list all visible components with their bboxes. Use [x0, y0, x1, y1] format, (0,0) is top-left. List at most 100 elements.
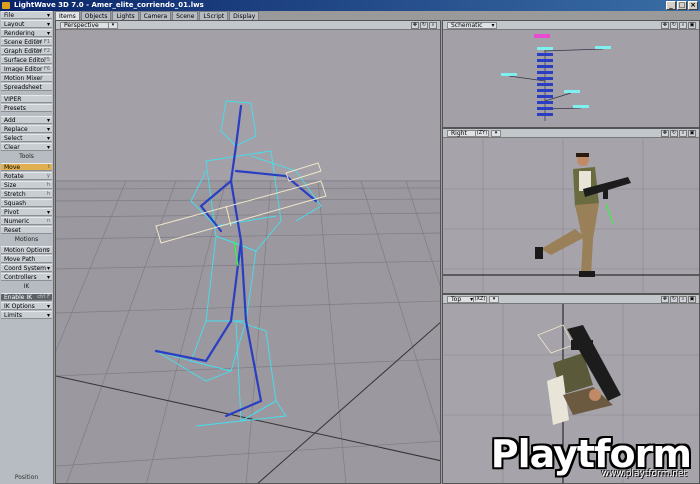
stretch-tool-button[interactable]: Stretch h: [1, 190, 52, 198]
graph-editor-button[interactable]: Graph Editor Ctrl F2: [1, 47, 52, 55]
viewport-controls: ✥ ↻ ⌕ ▣: [661, 130, 696, 137]
limits-menu[interactable]: Limits: [1, 311, 52, 319]
numeric-button[interactable]: Numeric n: [1, 217, 52, 225]
presets-button[interactable]: Presets: [1, 104, 52, 112]
limits-label: Limits: [4, 312, 22, 319]
render-mode-select[interactable]: ▾: [491, 130, 501, 137]
select-menu[interactable]: Select: [1, 134, 52, 142]
move-view-icon[interactable]: ✥: [661, 22, 669, 29]
maximize-button[interactable]: □: [677, 1, 687, 10]
rotate-view-icon[interactable]: ↻: [670, 130, 678, 137]
tab-camera[interactable]: Camera: [139, 11, 172, 20]
controllers-menu[interactable]: Controllers: [1, 273, 52, 281]
squash-tool-label: Squash: [4, 200, 27, 207]
motion-mixer-button[interactable]: Motion Mixer: [1, 74, 52, 82]
viewport-controls: ✥ ↻ ⌕ ▣: [661, 296, 696, 303]
numeric-label: Numeric: [4, 218, 30, 225]
spreadsheet-label: Spreadsheet: [4, 84, 42, 91]
window-controls: _ □ ×: [666, 1, 698, 10]
enable-ik-label: Enable IK: [4, 294, 33, 301]
rendering-menu[interactable]: Rendering: [1, 29, 52, 37]
right-viewport[interactable]: Right (ZY) ▾ ✥ ↻ ⌕ ▣: [442, 128, 700, 294]
zoom-view-icon[interactable]: ⌕: [679, 22, 687, 29]
motions-header: Motions: [14, 236, 39, 243]
move-view-icon[interactable]: ✥: [661, 130, 669, 137]
position-label: Position: [14, 474, 39, 481]
replace-menu[interactable]: Replace: [1, 125, 52, 133]
rotate-view-icon[interactable]: ↻: [670, 296, 678, 303]
pivot-menu-label: Pivot: [4, 209, 19, 216]
maximize-view-icon[interactable]: ▣: [688, 130, 696, 137]
rotate-tool-label: Rotate: [4, 173, 24, 180]
rotate-view-icon[interactable]: ↻: [670, 22, 678, 29]
maximize-view-icon[interactable]: ▣: [688, 296, 696, 303]
surface-editor-label: Surface Editor: [4, 57, 47, 64]
move-path-button[interactable]: Move Path: [1, 255, 52, 263]
tools-header: Tools: [19, 153, 34, 160]
view-type-select[interactable]: Perspective: [60, 22, 114, 29]
motion-options-button[interactable]: Motion Options m: [1, 246, 52, 254]
motion-mixer-label: Motion Mixer: [4, 75, 43, 82]
tab-lights[interactable]: Lights: [112, 11, 139, 20]
schematic-view-select[interactable]: Schematic: [447, 22, 498, 29]
squash-tool-button[interactable]: Squash: [1, 199, 52, 207]
soldier-top-figure: [537, 324, 621, 425]
tab-scene[interactable]: Scene: [172, 11, 199, 20]
add-menu[interactable]: Add: [1, 116, 52, 124]
file-menu[interactable]: File: [1, 11, 52, 19]
size-tool-button[interactable]: Size h: [1, 181, 52, 189]
rotate-tool-button[interactable]: Rotate y: [1, 172, 52, 180]
reset-label: Reset: [4, 227, 21, 234]
top-view-select[interactable]: Top: [447, 296, 477, 303]
image-editor-button[interactable]: Image Editor F6: [1, 65, 52, 73]
shortcut-label: h: [46, 191, 50, 197]
stretch-tool-label: Stretch: [4, 191, 26, 198]
axis-select[interactable]: (ZY): [475, 130, 489, 137]
move-tool-label: Move: [4, 164, 21, 171]
tab-items[interactable]: Items: [55, 11, 80, 20]
coord-system-menu[interactable]: Coord System: [1, 264, 52, 272]
pivot-menu[interactable]: Pivot: [1, 208, 52, 216]
render-mode-select[interactable]: ▾: [108, 22, 118, 29]
layout-menu[interactable]: Layout: [1, 20, 52, 28]
move-view-icon[interactable]: ✥: [661, 296, 669, 303]
coord-system-label: Coord System: [4, 265, 46, 272]
top-header: Top (XZ) ▾ ✥ ↻ ⌕ ▣: [443, 295, 699, 304]
tab-display[interactable]: Display: [229, 11, 260, 20]
viper-label: VIPER: [4, 96, 22, 103]
shortcut-label: ctrl F: [37, 294, 50, 300]
perspective-viewport[interactable]: Perspective ▾ ✥ ↻ ⌕: [55, 20, 441, 484]
close-button[interactable]: ×: [688, 1, 698, 10]
tab-bar: Items Objects Lights Camera Scene LScrip…: [55, 11, 260, 20]
zoom-view-icon[interactable]: ⌕: [679, 130, 687, 137]
presets-label: Presets: [4, 105, 26, 112]
spreadsheet-button[interactable]: Spreadsheet: [1, 83, 52, 91]
clear-menu[interactable]: Clear: [1, 143, 52, 151]
file-menu-label: File: [4, 12, 15, 19]
surface-editor-button[interactable]: Surface Editor F5: [1, 56, 52, 64]
schematic-viewport[interactable]: Schematic ✥ ↻ ⌕ ▣: [442, 20, 700, 128]
clear-menu-label: Clear: [4, 144, 20, 151]
motion-options-label: Motion Options: [4, 247, 50, 254]
tab-objects[interactable]: Objects: [80, 11, 112, 20]
move-view-icon[interactable]: ✥: [411, 22, 419, 29]
reset-button[interactable]: Reset: [1, 226, 52, 234]
viper-button[interactable]: VIPER: [1, 95, 52, 103]
render-mode-select[interactable]: ▾: [489, 296, 499, 303]
toolbar: File Layout Rendering Scene EditorCtrl F…: [0, 11, 54, 484]
move-tool-button[interactable]: Move t: [1, 163, 52, 171]
zoom-view-icon[interactable]: ⌕: [679, 296, 687, 303]
watermark-url: www.playtform.net: [601, 469, 687, 479]
shortcut-label: y: [47, 173, 50, 179]
zoom-view-icon[interactable]: ⌕: [429, 22, 437, 29]
ik-options-menu[interactable]: IK Options: [1, 302, 52, 310]
schematic-graph: [501, 34, 611, 121]
minimize-button[interactable]: _: [666, 1, 676, 10]
rotate-view-icon[interactable]: ↻: [420, 22, 428, 29]
axis-select[interactable]: (XZ): [473, 296, 487, 303]
enable-ik-button[interactable]: Enable IK ctrl F: [1, 293, 52, 301]
scene-editor-button[interactable]: Scene Editor Ctrl F1: [1, 38, 52, 46]
add-menu-label: Add: [4, 117, 16, 124]
maximize-view-icon[interactable]: ▣: [688, 22, 696, 29]
tab-lscript[interactable]: LScript: [199, 11, 229, 20]
